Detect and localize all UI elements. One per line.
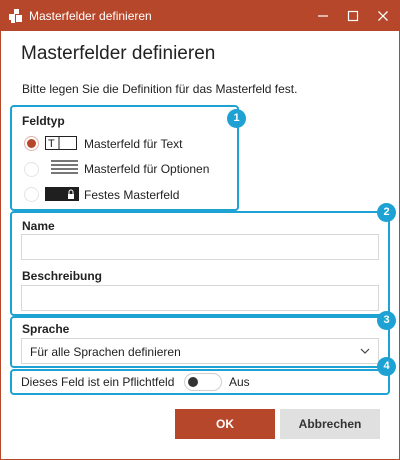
title-bar[interactable]: Masterfelder definieren: [1, 1, 399, 31]
locked-field-icon: [45, 187, 79, 201]
language-select[interactable]: Für alle Sprachen definieren: [21, 338, 379, 364]
close-button[interactable]: [372, 5, 394, 27]
chevron-down-icon: [360, 348, 370, 354]
maximize-icon: [347, 10, 359, 22]
description-input[interactable]: [21, 285, 379, 311]
feldtyp-label: Feldtyp: [22, 114, 65, 128]
window-title: Masterfelder definieren: [29, 9, 152, 23]
ok-button[interactable]: OK: [175, 409, 275, 439]
option-fixed-label: Festes Masterfeld: [84, 188, 180, 202]
minimize-icon: [318, 15, 328, 17]
callout-badge-4: 4: [377, 357, 396, 376]
name-input[interactable]: [21, 234, 379, 260]
language-label: Sprache: [22, 322, 70, 336]
svg-text:T: T: [48, 138, 55, 150]
maximize-button[interactable]: [342, 5, 364, 27]
close-icon: [378, 11, 388, 21]
dialog-intro-text: Bitte legen Sie die Definition für das M…: [22, 82, 298, 96]
cancel-button[interactable]: Abbrechen: [280, 409, 380, 439]
name-label: Name: [22, 219, 55, 233]
callout-badge-3: 3: [377, 311, 396, 330]
callout-badge-1: 1: [227, 109, 246, 128]
option-text-label: Masterfeld für Text: [84, 137, 183, 151]
required-field-state: Aus: [229, 375, 250, 389]
callout-badge-2: 2: [377, 203, 396, 222]
minimize-button[interactable]: [312, 5, 334, 27]
dialog-heading: Masterfelder definieren: [21, 43, 216, 64]
app-logo-icon: [9, 9, 22, 23]
radio-text-field[interactable]: [24, 136, 39, 151]
toggle-knob: [188, 377, 198, 387]
description-label: Beschreibung: [22, 269, 103, 283]
option-options-label: Masterfeld für Optionen: [84, 162, 210, 176]
radio-options-field[interactable]: [24, 162, 39, 177]
radio-fixed-field[interactable]: [24, 187, 39, 202]
options-list-icon: [51, 160, 78, 174]
required-field-label: Dieses Feld ist ein Pflichtfeld: [21, 375, 175, 389]
dialog-window: Masterfelder definieren Masterfelder def…: [0, 0, 400, 460]
text-field-icon: T: [45, 136, 77, 150]
language-select-value: Für alle Sprachen definieren: [30, 345, 181, 359]
required-field-toggle[interactable]: [184, 373, 222, 391]
